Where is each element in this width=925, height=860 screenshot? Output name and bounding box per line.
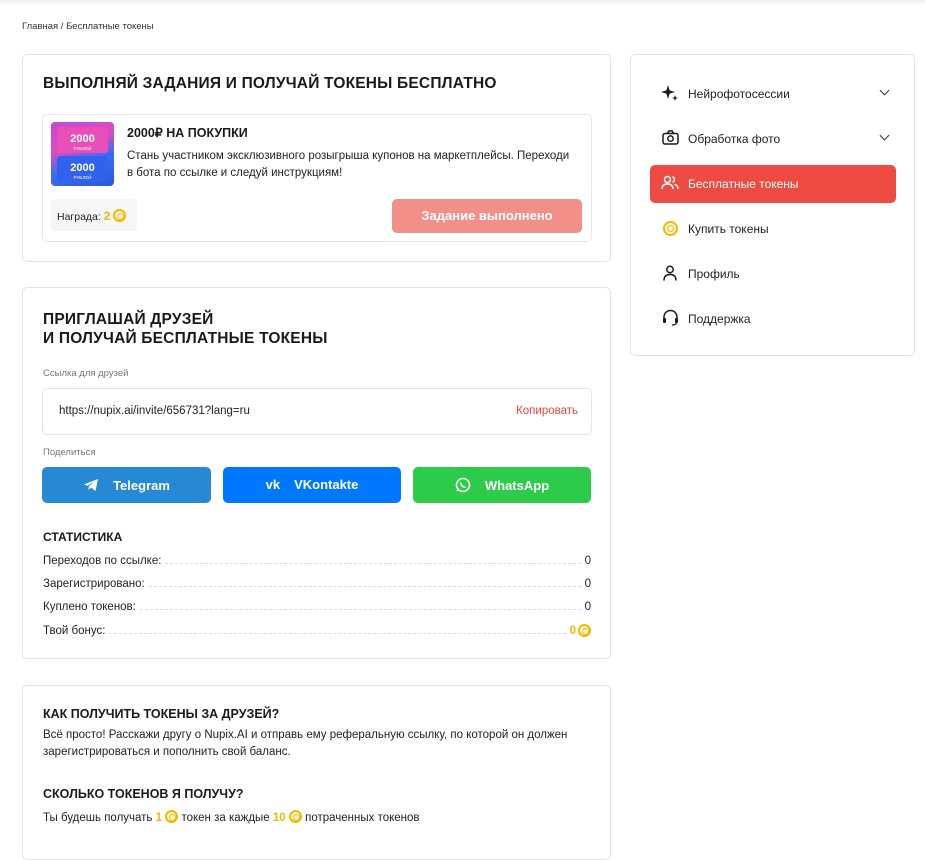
thumb-top-caption: РУБЛЕЙ xyxy=(73,146,92,151)
sparkle-icon xyxy=(660,84,680,105)
link-label: Ссылка для друзей xyxy=(43,368,129,379)
stat-label: Твой бонус: xyxy=(43,625,106,637)
coins-icon xyxy=(660,221,680,237)
coin-icon xyxy=(113,209,127,222)
reward-label: Награда: xyxy=(57,211,101,223)
invite-card: ПРИГЛАШАЙ ДРУЗЕЙ И ПОЛУЧАЙ БЕСПЛАТНЫЕ ТО… xyxy=(22,287,611,659)
sidebar-item-label: Купить токены xyxy=(688,222,769,236)
thumb-ticket-top: 2000 РУБЛЕЙ xyxy=(57,127,108,153)
invite-title-line1: ПРИГЛАШАЙ ДРУЗЕЙ xyxy=(43,311,214,328)
stat-row-bonus: Твой бонус: 0 xyxy=(43,621,591,637)
reward-value: 2 xyxy=(103,209,111,223)
stat-row: Зарегистрировано: 0 xyxy=(43,574,591,590)
sidebar-item-profile[interactable]: Профиль xyxy=(650,255,896,293)
faq-answer-2: Ты будешь получать 1 токен за каждые 10 … xyxy=(43,810,588,827)
sidebar-item-photo-processing[interactable]: Обработка фото xyxy=(650,120,896,158)
stat-dots xyxy=(139,609,581,610)
task-done-button[interactable]: Задание выполнено xyxy=(392,199,582,233)
stat-value: 0 xyxy=(584,578,591,590)
whatsapp-label: WhatsApp xyxy=(484,478,550,493)
coin-icon xyxy=(578,624,591,637)
users-icon xyxy=(660,175,680,193)
chevron-down-icon[interactable] xyxy=(879,85,890,96)
stat-dots xyxy=(148,586,581,587)
stat-dots xyxy=(109,633,566,634)
thumb-bottom-caption: РУБЛЕЙ xyxy=(73,175,92,180)
stat-label: Куплено токенов: xyxy=(43,601,136,613)
sidebar-item-label: Поддержка xyxy=(688,312,751,326)
invite-link-field[interactable]: https://nupix.ai/invite/656731?lang=ru К… xyxy=(42,388,592,435)
faq-question-1: КАК ПОЛУЧИТЬ ТОКЕНЫ ЗА ДРУЗЕЙ? xyxy=(43,707,280,721)
tasks-card-title: ВЫПОЛНЯЙ ЗАДАНИЯ И ПОЛУЧАЙ ТОКЕНЫ БЕСПЛА… xyxy=(43,75,497,92)
invite-card-title: ПРИГЛАШАЙ ДРУЗЕЙ И ПОЛУЧАЙ БЕСПЛАТНЫЕ ТО… xyxy=(43,310,328,348)
share-label: Поделиться xyxy=(43,447,96,458)
faq-answer-2-num1: 1 xyxy=(155,812,163,824)
faq-answer-1: Всё просто! Расскажи другу о Nupix.AI и … xyxy=(43,729,568,758)
vk-icon: vk xyxy=(265,477,281,492)
breadcrumb: Главная / Бесплатные токены xyxy=(22,21,154,32)
tasks-card: ВЫПОЛНЯЙ ЗАДАНИЯ И ПОЛУЧАЙ ТОКЕНЫ БЕСПЛА… xyxy=(22,54,611,262)
task-item: 2000 РУБЛЕЙ 2000 РУБЛЕЙ 2000₽ НА ПОКУПКИ… xyxy=(42,114,592,242)
task-description: Стань участником эксклюзивного розыгрыша… xyxy=(127,150,570,179)
stat-label: Зарегистрировано: xyxy=(43,578,145,590)
headset-icon xyxy=(660,309,680,329)
camera-icon xyxy=(660,130,680,148)
sidebar-item-label: Бесплатные токены xyxy=(688,177,799,191)
sidebar-item-neurophotosessions[interactable]: Нейрофотосессии xyxy=(650,75,896,113)
faq-answer-2-part2: токен за каждые xyxy=(181,812,270,824)
faq-answer-2-part1: Ты будешь получать xyxy=(43,812,153,824)
stat-row: Переходов по ссылке: 0 xyxy=(43,551,591,567)
stat-value: 0 xyxy=(584,601,591,613)
top-bar-shadow xyxy=(0,0,925,6)
user-icon xyxy=(660,265,680,284)
stat-value: 0 xyxy=(584,555,591,567)
sidebar: Нейрофотосессии Обработка фото Бесплатны… xyxy=(630,54,915,356)
copy-link-button[interactable]: Копировать xyxy=(516,405,578,417)
invite-link-url[interactable]: https://nupix.ai/invite/656731?lang=ru xyxy=(59,405,250,417)
share-vk-button[interactable]: vk VKontakte xyxy=(223,467,401,503)
coin-icon xyxy=(165,810,179,823)
faq-question-2: СКОЛЬКО ТОКЕНОВ Я ПОЛУЧУ? xyxy=(43,787,244,801)
stat-row: Куплено токенов: 0 xyxy=(43,597,591,613)
task-title: 2000₽ НА ПОКУПКИ xyxy=(127,126,248,140)
vk-label: VKontakte xyxy=(294,477,359,492)
bonus-value: 0 xyxy=(569,625,576,637)
stat-dots xyxy=(165,563,581,564)
faq-answer-2-part3: потраченных токенов xyxy=(305,812,420,824)
telegram-label: Telegram xyxy=(113,478,170,493)
thumb-bottom-amount: 2000 xyxy=(70,162,95,174)
sidebar-item-label: Нейрофотосессии xyxy=(688,87,790,101)
reward-badge: Награда: 2 xyxy=(51,199,137,231)
share-telegram-button[interactable]: Telegram xyxy=(42,467,211,503)
sidebar-item-buy-tokens[interactable]: Купить токены xyxy=(650,210,896,248)
sidebar-item-label: Обработка фото xyxy=(688,132,781,146)
sidebar-item-free-tokens[interactable]: Бесплатные токены xyxy=(650,165,896,203)
telegram-icon xyxy=(83,467,99,503)
share-whatsapp-button[interactable]: WhatsApp xyxy=(413,467,591,503)
stat-label: Переходов по ссылке: xyxy=(43,555,162,567)
invite-title-line2: И ПОЛУЧАЙ БЕСПЛАТНЫЕ ТОКЕНЫ xyxy=(43,330,328,347)
coin-icon xyxy=(288,810,302,823)
task-thumbnail: 2000 РУБЛЕЙ 2000 РУБЛЕЙ xyxy=(51,122,114,186)
coin-glyph xyxy=(662,221,678,236)
whatsapp-icon xyxy=(455,467,471,503)
sidebar-item-support[interactable]: Поддержка xyxy=(650,300,896,338)
thumb-top-amount: 2000 xyxy=(70,133,95,145)
sidebar-item-label: Профиль xyxy=(688,267,740,281)
faq-card: КАК ПОЛУЧИТЬ ТОКЕНЫ ЗА ДРУЗЕЙ? Всё прост… xyxy=(22,685,611,860)
chevron-down-icon[interactable] xyxy=(879,130,890,141)
thumb-ticket-bottom: 2000 РУБЛЕЙ xyxy=(57,156,108,182)
faq-answer-2-num2: 10 xyxy=(272,812,286,824)
stats-title: СТАТИСТИКА xyxy=(43,530,123,544)
